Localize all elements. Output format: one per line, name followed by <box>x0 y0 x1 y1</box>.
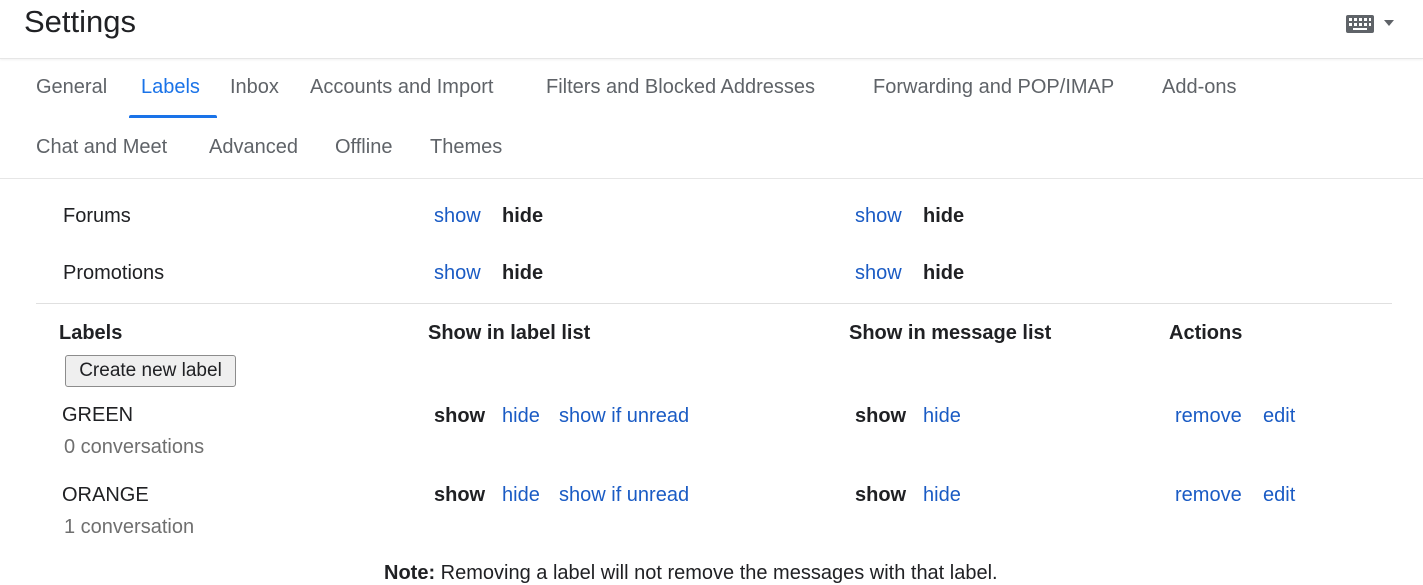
green-remove-link[interactable]: remove <box>1175 405 1242 428</box>
orange-label-list-show-selected: show <box>434 484 486 506</box>
forums-label-list-hide-selected: hide <box>502 205 544 227</box>
tab-offline[interactable]: Offline <box>335 136 392 159</box>
section-divider <box>36 303 1392 304</box>
promotions-label-list-show-link[interactable]: show <box>434 262 481 285</box>
label-count-orange: 1 conversation <box>64 516 195 538</box>
tab-themes[interactable]: Themes <box>430 136 502 159</box>
caret-down-icon[interactable] <box>1383 16 1395 34</box>
tab-labels[interactable]: Labels <box>141 76 200 99</box>
forums-message-list-hide-selected: hide <box>923 205 965 227</box>
tab-advanced[interactable]: Advanced <box>209 136 298 159</box>
label-name-orange: ORANGE <box>62 484 149 506</box>
actions-column-header: Actions <box>1169 322 1243 344</box>
green-label-list-hide-link[interactable]: hide <box>502 405 540 428</box>
green-label-list-show-selected: show <box>434 405 486 427</box>
orange-label-list-hide-link[interactable]: hide <box>502 484 540 507</box>
labels-column-header: Labels <box>59 322 123 344</box>
create-new-label-button[interactable]: Create new label <box>65 355 236 387</box>
tab-forwarding-and-pop-imap[interactable]: Forwarding and POP/IMAP <box>873 76 1114 99</box>
orange-edit-link[interactable]: edit <box>1263 484 1295 507</box>
note-prefix: Note: <box>384 562 436 584</box>
tabs-divider <box>0 178 1423 179</box>
promotions-message-list-show-link[interactable]: show <box>855 262 902 285</box>
note-text: Removing a label will not remove the mes… <box>435 562 998 584</box>
green-label-list-show-if-unread-link[interactable]: show if unread <box>559 405 689 428</box>
keyboard-icon[interactable] <box>1346 15 1374 38</box>
tab-inbox[interactable]: Inbox <box>230 76 279 99</box>
settings-header: Settings <box>0 0 1423 59</box>
label-name-green: GREEN <box>62 404 134 426</box>
active-tab-indicator <box>129 115 217 118</box>
forums-message-list-show-link[interactable]: show <box>855 205 902 228</box>
orange-message-list-hide-link[interactable]: hide <box>923 484 961 507</box>
tab-general[interactable]: General <box>36 76 107 99</box>
tab-chat-and-meet[interactable]: Chat and Meet <box>36 136 167 159</box>
tab-accounts-and-import[interactable]: Accounts and Import <box>310 76 493 99</box>
label-count-green: 0 conversations <box>64 436 205 458</box>
category-name-promotions: Promotions <box>63 262 165 284</box>
promotions-label-list-hide-selected: hide <box>502 262 544 284</box>
tab-filters-and-blocked-addresses[interactable]: Filters and Blocked Addresses <box>546 76 815 99</box>
message-list-column-header: Show in message list <box>849 322 1052 344</box>
removal-note: Note: Removing a label will not remove t… <box>384 562 998 585</box>
page-title: Settings <box>24 4 137 39</box>
green-message-list-hide-link[interactable]: hide <box>923 405 961 428</box>
orange-remove-link[interactable]: remove <box>1175 484 1242 507</box>
orange-message-list-show-selected: show <box>855 484 907 506</box>
green-edit-link[interactable]: edit <box>1263 405 1295 428</box>
promotions-message-list-hide-selected: hide <box>923 262 965 284</box>
category-name-forums: Forums <box>63 205 131 227</box>
forums-label-list-show-link[interactable]: show <box>434 205 481 228</box>
green-message-list-show-selected: show <box>855 405 907 427</box>
label-list-column-header: Show in label list <box>428 322 591 344</box>
tab-add-ons[interactable]: Add-ons <box>1162 76 1237 99</box>
orange-label-list-show-if-unread-link[interactable]: show if unread <box>559 484 689 507</box>
